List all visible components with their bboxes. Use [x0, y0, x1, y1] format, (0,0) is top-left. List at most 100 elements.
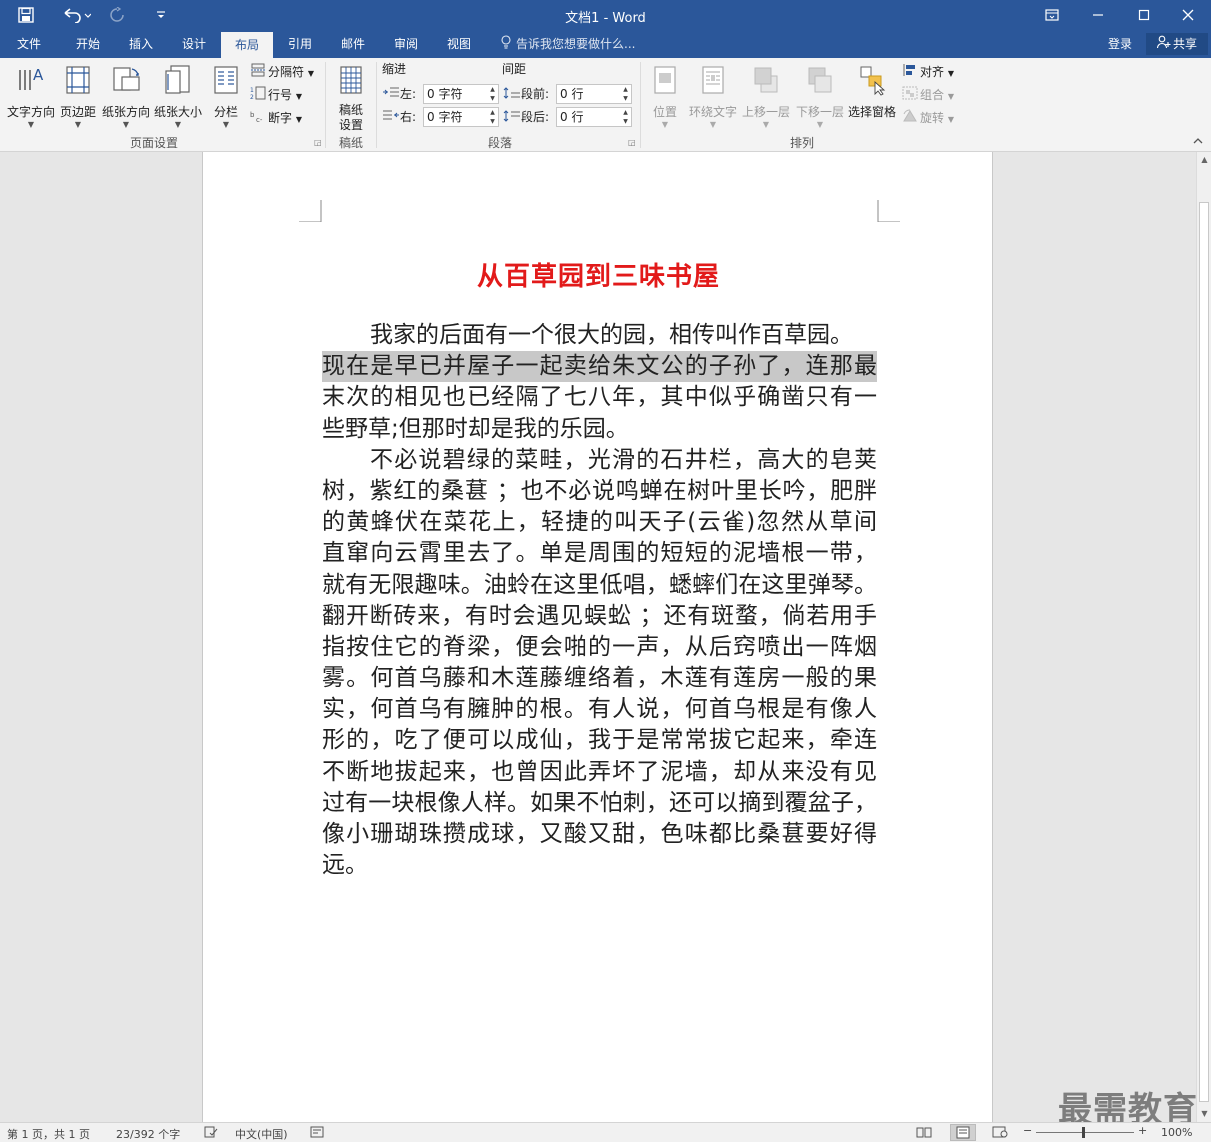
- ribbon: A 文字方向 ▼ 页边距 ▼ 纸张方向 ▼ 纸张大小 ▼ 分栏 ▼ 分隔符 ▼: [0, 58, 1211, 152]
- spacing-before-input[interactable]: 0 行 ▲ ▼: [556, 84, 632, 104]
- ribbon-display-icon[interactable]: [1029, 0, 1075, 30]
- before-label-text: 段前:: [521, 87, 550, 101]
- dialog-launcher-icon[interactable]: ◲: [628, 138, 636, 147]
- group-button[interactable]: 组合 ▼: [902, 85, 954, 105]
- indent-right-input[interactable]: 0 字符 ▲ ▼: [423, 107, 499, 127]
- read-mode-icon[interactable]: [916, 1126, 932, 1141]
- manuscript-settings-button[interactable]: 稿纸 设置: [331, 64, 371, 133]
- paragraph-line[interactable]: 不必说碧绿的菜畦，光滑的石井栏，高大的皂荚: [322, 445, 877, 476]
- line-text: 远。: [322, 852, 368, 879]
- zoom-slider-thumb[interactable]: [1082, 1127, 1085, 1138]
- wrap-text-button[interactable]: 环绕文字 ▼: [686, 64, 740, 129]
- zoom-level[interactable]: 100%: [1161, 1126, 1192, 1139]
- paragraph-line[interactable]: 远。: [322, 850, 877, 881]
- paragraph-line[interactable]: 过有一块根像人样。如果不怕刺，还可以摘到覆盆子，: [322, 788, 877, 819]
- spinner-arrows-icon[interactable]: ▲ ▼: [488, 108, 497, 126]
- breaks-icon: [250, 63, 266, 83]
- line-text: 形的，吃了便可以成仙，我于是常常拔它起来，牵连: [322, 727, 877, 754]
- paragraph-line[interactable]: 形的，吃了便可以成仙，我于是常常拔它起来，牵连: [322, 725, 877, 756]
- paragraph-line[interactable]: 树，紫红的桑葚 ；也不必说鸣蝉在树叶里长吟，肥胖: [322, 476, 877, 507]
- document-body[interactable]: 我家的后面有一个很大的园，相传叫作百草园。现在是早已并屋子一起卖给朱文公的子孙了…: [322, 320, 877, 881]
- selection-pane-button[interactable]: 选择窗格: [846, 64, 898, 120]
- tab-home[interactable]: 开始: [62, 30, 114, 58]
- paragraph-line[interactable]: 翻开断砖来，有时会遇见蜈蚣 ；还有斑蝥，倘若用手: [322, 601, 877, 632]
- language-indicator[interactable]: 中文(中国): [235, 1126, 288, 1142]
- spinner-arrows-icon[interactable]: ▲ ▼: [488, 85, 497, 103]
- size-button[interactable]: 纸张大小 ▼: [152, 64, 204, 129]
- line-numbers-button[interactable]: 12 行号 ▼: [250, 85, 302, 105]
- tab-layout[interactable]: 布局: [221, 32, 273, 58]
- paragraph-line[interactable]: 直窜向云霄里去了。单是周围的短短的泥墙根一带，: [322, 538, 877, 569]
- spacing-after-input[interactable]: 0 行 ▲ ▼: [556, 107, 632, 127]
- paragraph-line[interactable]: 我家的后面有一个很大的园，相传叫作百草园。: [322, 320, 877, 351]
- zoom-in-button[interactable]: +: [1138, 1124, 1147, 1137]
- vertical-scrollbar[interactable]: ▲ ▼: [1196, 152, 1211, 1122]
- login-link[interactable]: 登录: [1108, 30, 1132, 58]
- scroll-down-icon[interactable]: ▼: [1197, 1109, 1211, 1118]
- columns-button[interactable]: 分栏 ▼: [206, 64, 246, 129]
- close-icon[interactable]: [1165, 0, 1211, 30]
- breaks-button[interactable]: 分隔符 ▼: [250, 62, 314, 82]
- zoom-out-button[interactable]: −: [1023, 1124, 1032, 1137]
- align-icon: [902, 63, 918, 83]
- paragraph-line[interactable]: 雾。何首乌藤和木莲藤缠络着，木莲有莲房一般的果: [322, 663, 877, 694]
- indent-left-value: 0 字符: [427, 87, 463, 101]
- indent-left-label: 左:: [382, 84, 416, 104]
- tab-file[interactable]: 文件: [6, 30, 52, 58]
- ribbon-tabs: 文件 开始 插入 设计 布局 引用 邮件 审阅 视图 告诉我您想要做什么... …: [0, 30, 1211, 58]
- paragraph-line[interactable]: 些野草;但那时却是我的乐园。: [322, 414, 877, 445]
- zoom-slider[interactable]: [1036, 1132, 1134, 1133]
- paragraph-line[interactable]: 就有无限趣味。油蛉在这里低唱，蟋蟀们在这里弹琴。: [322, 570, 877, 601]
- tab-view[interactable]: 视图: [433, 30, 485, 58]
- tab-review[interactable]: 审阅: [380, 30, 432, 58]
- position-button[interactable]: 位置 ▼: [646, 64, 684, 129]
- maximize-icon[interactable]: [1121, 0, 1167, 30]
- title-bar: 文档1 - Word: [0, 0, 1211, 30]
- paragraph-line[interactable]: 现在是早已并屋子一起卖给朱文公的子孙了，连那最: [322, 351, 877, 383]
- rotate-button[interactable]: 旋转 ▼: [902, 108, 954, 128]
- scroll-up-icon[interactable]: ▲: [1197, 155, 1211, 164]
- paragraph-line[interactable]: 指按住它的脊梁，便会啪的一声，从后窍喷出一阵烟: [322, 632, 877, 663]
- minimize-icon[interactable]: [1075, 0, 1121, 30]
- paragraph-line[interactable]: 实，何首乌有臃肿的根。有人说，何首乌根是有像人: [322, 694, 877, 725]
- page-count[interactable]: 第 1 页，共 1 页: [7, 1126, 90, 1142]
- paragraph-line[interactable]: 末次的相见也已经隔了七八年，其中似乎确凿只有一: [322, 382, 877, 413]
- proofing-icon[interactable]: [204, 1126, 218, 1141]
- document-title[interactable]: 从百草园到三味书屋: [203, 256, 994, 293]
- orientation-button[interactable]: 纸张方向 ▼: [100, 64, 152, 129]
- print-layout-icon[interactable]: [950, 1124, 976, 1141]
- web-layout-icon[interactable]: [992, 1126, 1008, 1141]
- paragraph-line[interactable]: 不断地拔起来，也曾因此弄坏了泥墙，却从来没有见: [322, 757, 877, 788]
- text-direction-button[interactable]: A 文字方向 ▼: [4, 64, 58, 129]
- align-button[interactable]: 对齐 ▼: [902, 62, 954, 82]
- tab-mailings[interactable]: 邮件: [327, 30, 379, 58]
- hyphenation-button[interactable]: b c- 断字 ▼: [250, 108, 302, 128]
- paragraph-line[interactable]: 像小珊瑚珠攒成球，又酸又甜，色味都比桑葚要好得: [322, 819, 877, 850]
- tab-design[interactable]: 设计: [168, 30, 220, 58]
- line-text: 些野草;但那时却是我的乐园。: [322, 415, 629, 442]
- send-backward-button[interactable]: 下移一层 ▼: [794, 64, 846, 129]
- breaks-label: 分隔符: [268, 65, 305, 79]
- line-text: 我家的后面有一个很大的园，相传叫作百草园。: [370, 322, 853, 348]
- spacing-after-icon: [503, 108, 521, 128]
- line-text: 像小珊瑚珠攒成球，又酸又甜，色味都比桑葚要好得: [322, 821, 877, 847]
- word-count[interactable]: 23/392 个字: [116, 1126, 180, 1142]
- bring-forward-button[interactable]: 上移一层 ▼: [740, 64, 792, 129]
- indent-left-input[interactable]: 0 字符 ▲ ▼: [423, 84, 499, 104]
- margins-button[interactable]: 页边距 ▼: [58, 64, 98, 129]
- document-page[interactable]: 从百草园到三味书屋 我家的后面有一个很大的园，相传叫作百草园。现在是早已并屋子一…: [202, 152, 993, 1122]
- share-button[interactable]: 共享: [1146, 33, 1208, 55]
- tab-insert[interactable]: 插入: [115, 30, 167, 58]
- spinner-arrows-icon[interactable]: ▲ ▼: [621, 108, 630, 126]
- bring-forward-label: 上移一层: [741, 105, 790, 119]
- wrap-text-label: 环绕文字: [688, 105, 737, 119]
- spinner-arrows-icon[interactable]: ▲ ▼: [621, 85, 630, 103]
- scroll-thumb[interactable]: [1199, 202, 1209, 1102]
- lightbulb-icon: [500, 31, 512, 59]
- paragraph-line[interactable]: 的黄蜂伏在菜花上，轻捷的叫天子(云雀)忽然从草间: [322, 507, 877, 538]
- macro-icon[interactable]: [310, 1126, 324, 1141]
- tab-references[interactable]: 引用: [274, 30, 326, 58]
- tell-me-box[interactable]: 告诉我您想要做什么...: [500, 30, 635, 58]
- dialog-launcher-icon[interactable]: ◲: [314, 138, 322, 147]
- collapse-ribbon-icon[interactable]: [1192, 136, 1204, 149]
